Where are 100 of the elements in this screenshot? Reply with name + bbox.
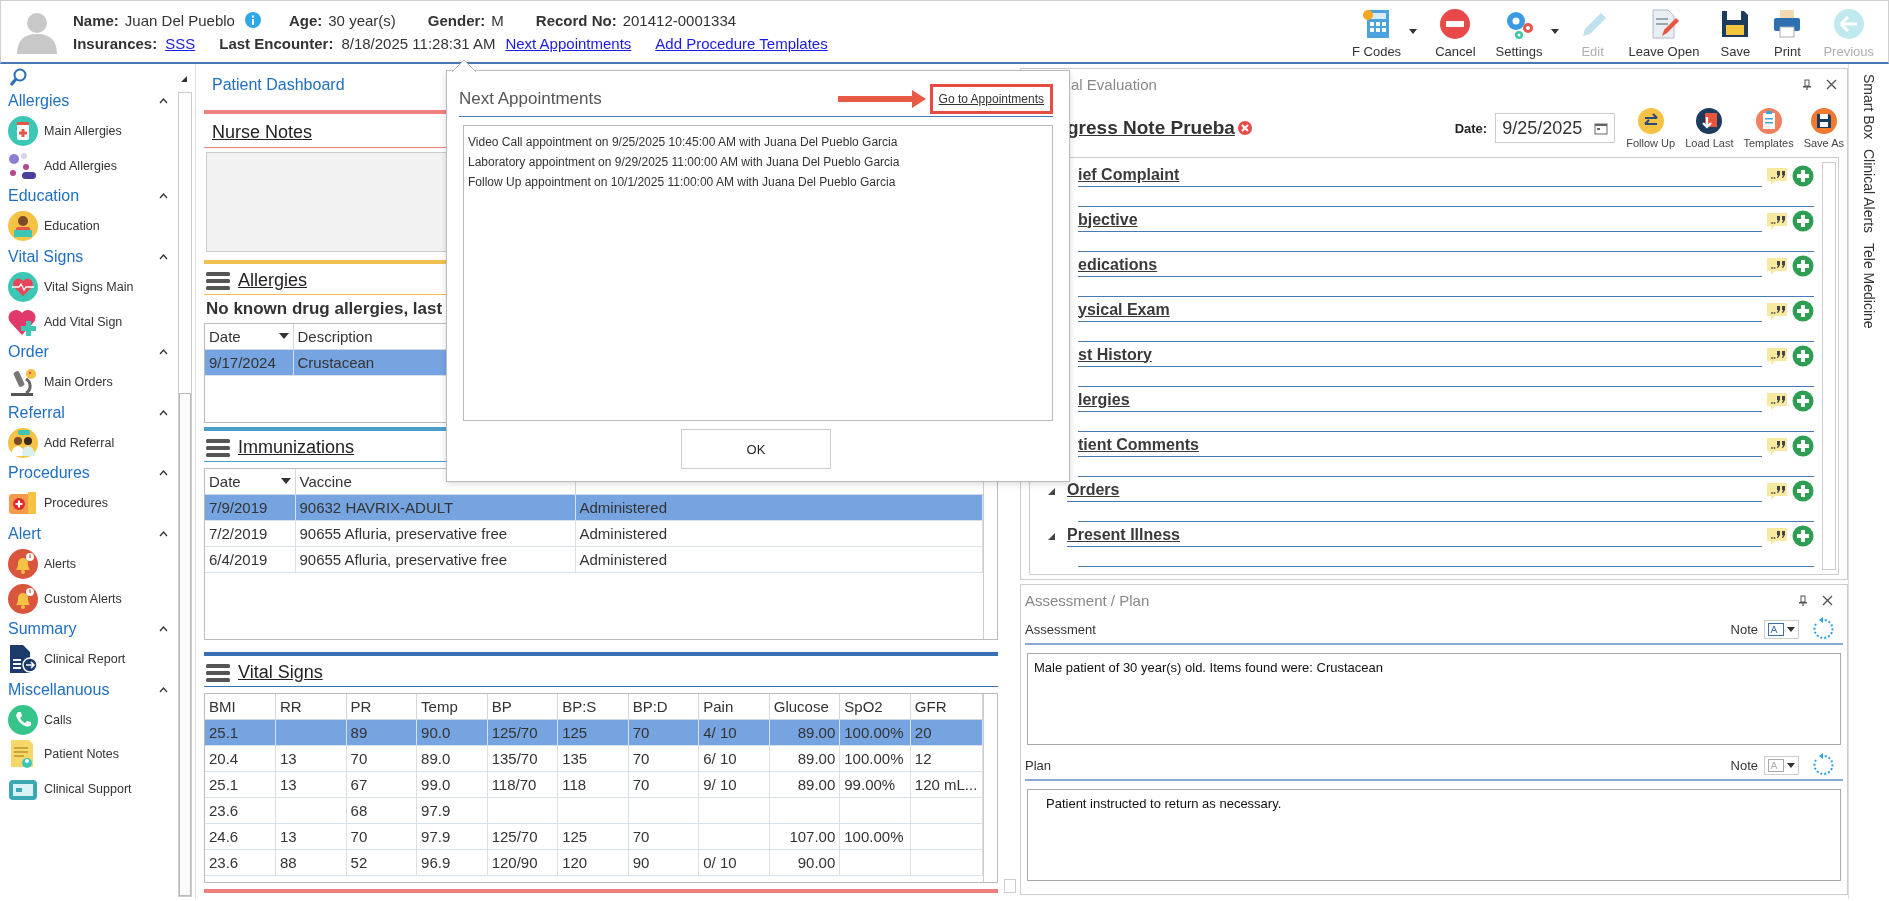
link[interactable]: Go to Appointments	[929, 83, 1053, 114]
column-header[interactable]: BMI	[209, 697, 236, 715]
column-header[interactable]: BP:S	[562, 697, 597, 715]
scrollbar[interactable]	[1822, 162, 1836, 570]
calendar-icon[interactable]	[1594, 121, 1609, 135]
list-item[interactable]: Laboratory appointment on 9/29/2025 11:00:00 AM with Juana Del Pueblo Garcia	[468, 152, 1048, 172]
side-tab[interactable]: Tele Medicine	[1860, 243, 1877, 329]
section-title[interactable]: ief Complaint	[1078, 165, 1762, 187]
section-title[interactable]: lergies	[1078, 390, 1762, 412]
sidebar-item[interactable]: Add Referral	[8, 425, 176, 461]
collapse-icon[interactable]	[159, 625, 168, 632]
menu-icon[interactable]	[206, 438, 230, 457]
section-title[interactable]: Immunizations	[238, 437, 355, 458]
section-title[interactable]: Nurse Notes	[212, 122, 313, 142]
column-header[interactable]: Description	[297, 327, 373, 345]
section-title[interactable]: st History	[1078, 345, 1762, 367]
sidebar-item[interactable]: Procedures	[8, 486, 176, 521]
section-title[interactable]: bjective	[1078, 210, 1762, 232]
section-title[interactable]: Vital Signs	[238, 662, 323, 683]
close-icon[interactable]	[1826, 78, 1837, 90]
text-area[interactable]: Patient instructed to return as necessary.	[1027, 789, 1841, 881]
refresh-icon[interactable]	[1811, 617, 1835, 641]
expand-icon[interactable]	[1048, 532, 1055, 540]
column-header[interactable]: Vaccine	[299, 472, 352, 490]
toolbar-button[interactable]: F Codes	[1344, 5, 1410, 61]
pin-icon[interactable]	[1798, 594, 1808, 606]
link[interactable]: Add Procedure Templates	[655, 34, 828, 52]
sidebar-item[interactable]: Vital Signs Main	[8, 269, 176, 305]
scrollbar[interactable]	[178, 92, 192, 897]
text-area[interactable]: Male patient of 30 year(s) old. Items found were: Crustacean	[1027, 653, 1841, 745]
date-field[interactable]: 9/25/2025	[1495, 113, 1616, 143]
collapse-icon[interactable]	[159, 193, 168, 200]
sidebar-item[interactable]: Custom Alerts	[8, 581, 176, 616]
quote-icon[interactable]	[1766, 481, 1788, 501]
sidebar-item[interactable]: Add Allergies	[8, 148, 176, 184]
refresh-icon[interactable]	[1811, 753, 1835, 777]
collapse-icon[interactable]	[159, 686, 168, 693]
sidebar-item[interactable]: Clinical Support	[8, 771, 176, 807]
column-header[interactable]: SpO2	[844, 697, 883, 715]
section-title[interactable]: ysical Exam	[1078, 300, 1762, 322]
list-item[interactable]: Video Call appointment on 9/25/2025 10:45:00 AM with Juana Del Pueblo Garcia	[468, 132, 1048, 152]
list-item[interactable]: Follow Up appointment on 10/1/2025 11:00:00 AM with Juana Del Pueblo Garcia	[468, 172, 1048, 192]
toolbar-button[interactable]: Settings	[1487, 5, 1551, 61]
sidebar-item[interactable]: Patient Notes	[8, 737, 176, 772]
sidebar-item[interactable]: Add Vital Sign	[8, 304, 176, 339]
menu-icon[interactable]	[206, 271, 230, 290]
quote-icon[interactable]	[1766, 526, 1788, 546]
sidebar-item[interactable]: Clinical Report	[8, 641, 176, 677]
quote-icon[interactable]	[1766, 166, 1788, 186]
remove-icon[interactable]	[1236, 120, 1253, 136]
toolbar-button[interactable]: Print	[1763, 5, 1812, 61]
action-button[interactable]: Save As	[1800, 107, 1847, 149]
close-icon[interactable]	[1822, 594, 1833, 606]
quote-icon[interactable]	[1766, 436, 1788, 456]
column-header[interactable]: GFR	[914, 697, 947, 715]
toolbar-button[interactable]: Save	[1711, 5, 1760, 61]
pin-icon[interactable]	[1802, 78, 1812, 90]
sidebar-item[interactable]: Education	[8, 209, 176, 244]
menu-icon[interactable]	[206, 663, 230, 682]
quote-icon[interactable]	[1766, 346, 1788, 366]
section-title[interactable]: edications	[1078, 255, 1762, 277]
quote-icon[interactable]	[1766, 301, 1788, 321]
side-tab[interactable]: Clinical Alerts	[1860, 149, 1877, 234]
section-title[interactable]: Orders	[1067, 480, 1762, 502]
sidebar-item[interactable]: Main Orders	[8, 364, 176, 400]
column-header[interactable]: Date	[209, 327, 241, 345]
sidebar-item[interactable]: Alerts	[8, 546, 176, 582]
section-title[interactable]: tient Comments	[1078, 435, 1762, 457]
collapse-arrow-icon[interactable]	[180, 76, 190, 82]
info-icon[interactable]	[244, 12, 261, 28]
sidebar-item[interactable]: Calls	[8, 702, 176, 738]
filter-caret-icon[interactable]	[280, 478, 291, 485]
quote-icon[interactable]	[1766, 391, 1788, 411]
caret-icon[interactable]	[1550, 29, 1559, 34]
action-button[interactable]: Load Last	[1682, 107, 1737, 149]
search-icon[interactable]	[10, 68, 28, 86]
section-title[interactable]: Present Illness	[1067, 525, 1762, 547]
column-header[interactable]: PR	[350, 697, 372, 715]
column-header[interactable]: BP:D	[632, 697, 668, 715]
link[interactable]: SSS	[165, 34, 196, 52]
toolbar-button[interactable]: Leave Open	[1620, 5, 1708, 61]
filter-caret-icon[interactable]	[278, 333, 289, 340]
sidebar-item[interactable]: Main Allergies	[8, 114, 176, 149]
toolbar-button[interactable]: Cancel	[1427, 5, 1484, 61]
quote-icon[interactable]	[1766, 256, 1788, 276]
link[interactable]: Next Appointments	[505, 34, 632, 52]
column-header[interactable]: RR	[280, 697, 302, 715]
caret-icon[interactable]	[1409, 29, 1418, 34]
column-header[interactable]: Pain	[703, 697, 734, 715]
collapse-icon[interactable]	[159, 98, 168, 104]
expand-icon[interactable]	[1048, 487, 1055, 495]
ok-button[interactable]: OK	[681, 429, 831, 469]
format-dropdown[interactable]	[1764, 619, 1799, 639]
collapse-icon[interactable]	[159, 348, 168, 355]
collapse-icon[interactable]	[159, 253, 168, 260]
action-button[interactable]: Templates	[1740, 107, 1797, 149]
action-button[interactable]: Follow Up	[1623, 107, 1679, 149]
scrollbar[interactable]	[1004, 879, 1016, 893]
collapse-icon[interactable]	[159, 530, 168, 537]
column-header[interactable]: Date	[209, 472, 241, 490]
